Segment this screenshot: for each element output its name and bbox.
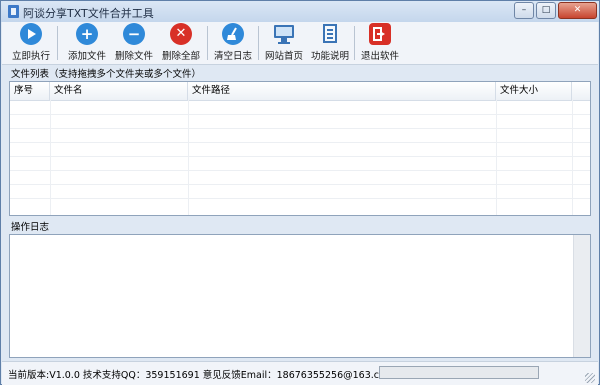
remove-icon: − [123, 23, 145, 45]
status-text: 当前版本:V1.0.0 技术支持QQ：359151691 意见反馈Email：1… [8, 370, 395, 381]
title-bar: 阿谈分享TXT文件合并工具 – □ ✕ [1, 1, 599, 22]
log-scrollbar[interactable] [573, 235, 590, 357]
column-header-index[interactable]: 序号 [10, 82, 50, 100]
clear-log-label: 清空日志 [213, 51, 252, 62]
file-list-label: 文件列表（支持拖拽多个文件夹或多个文件） [11, 69, 202, 80]
column-header-filesize[interactable]: 文件大小 [496, 82, 572, 100]
toolbar-separator [258, 26, 259, 60]
delete-all-button[interactable]: ✕ 删除全部 [158, 23, 204, 63]
column-header-filler [572, 82, 590, 100]
table-header: 序号 文件名 文件路径 文件大小 [10, 82, 590, 101]
window-title: 阿谈分享TXT文件合并工具 [23, 7, 154, 20]
exit-icon [369, 23, 391, 45]
document-icon [319, 23, 341, 45]
status-bar: 当前版本:V1.0.0 技术支持QQ：359151691 意见反馈Email：1… [2, 361, 598, 385]
delete-all-label: 删除全部 [161, 51, 200, 62]
minimize-button[interactable]: – [514, 2, 534, 19]
maximize-button[interactable]: □ [536, 2, 556, 19]
help-button[interactable]: 功能说明 [307, 23, 353, 63]
clear-log-button[interactable]: 清空日志 [210, 23, 256, 63]
grid-line [10, 128, 590, 129]
run-label: 立即执行 [11, 51, 50, 62]
delete-all-icon: ✕ [170, 23, 192, 45]
log-label: 操作日志 [11, 222, 50, 233]
help-label: 功能说明 [310, 51, 349, 62]
exit-button[interactable]: 退出软件 [357, 23, 403, 63]
add-file-label: 添加文件 [67, 51, 106, 62]
exit-label: 退出软件 [360, 51, 399, 62]
website-button[interactable]: 网站首页 [261, 23, 307, 63]
column-header-filepath[interactable]: 文件路径 [188, 82, 496, 100]
remove-file-button[interactable]: − 删除文件 [111, 23, 157, 63]
toolbar-separator [354, 26, 355, 60]
grid-line [10, 170, 590, 171]
run-button[interactable]: 立即执行 [8, 23, 54, 63]
progress-bar [379, 366, 539, 379]
app-window: 阿谈分享TXT文件合并工具 – □ ✕ 立即执行 + 添加文件 − 删除文件 ✕… [0, 0, 600, 385]
column-header-filename[interactable]: 文件名 [50, 82, 188, 100]
log-textarea[interactable] [9, 234, 591, 358]
monitor-icon [273, 23, 295, 45]
play-icon [20, 23, 42, 45]
grid-line [10, 114, 590, 115]
broom-icon [222, 23, 244, 45]
add-file-button[interactable]: + 添加文件 [64, 23, 110, 63]
remove-file-label: 删除文件 [114, 51, 153, 62]
toolbar-separator [207, 26, 208, 60]
file-table[interactable]: 序号 文件名 文件路径 文件大小 [9, 81, 591, 216]
grid-line [10, 156, 590, 157]
add-icon: + [76, 23, 98, 45]
website-label: 网站首页 [264, 51, 303, 62]
close-button[interactable]: ✕ [558, 2, 597, 19]
resize-grip[interactable] [585, 373, 595, 383]
log-content [10, 235, 590, 241]
grid-line [10, 198, 590, 199]
grid-line [10, 142, 590, 143]
toolbar: 立即执行 + 添加文件 − 删除文件 ✕ 删除全部 清空日志 网站首页 功能说明… [2, 22, 598, 65]
app-icon [8, 5, 19, 18]
grid-line [10, 184, 590, 185]
toolbar-separator [57, 26, 58, 60]
